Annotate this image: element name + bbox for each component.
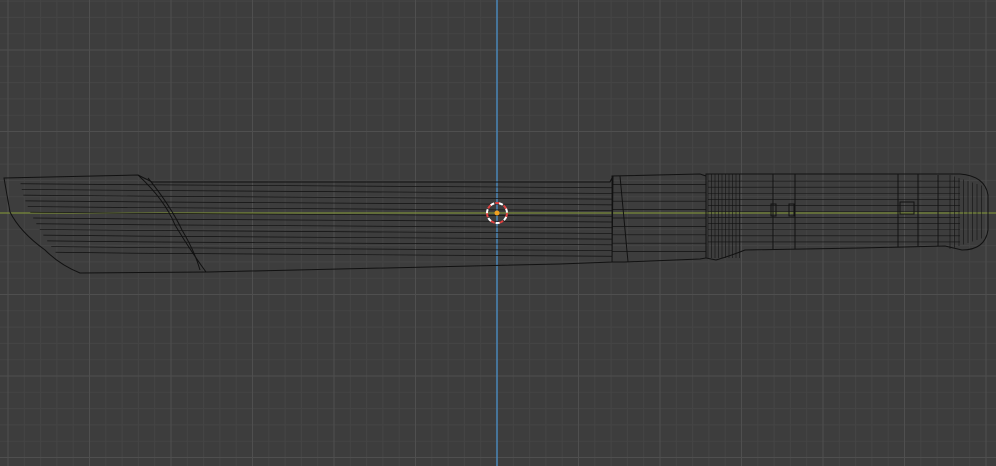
blade-edge-loop xyxy=(27,206,613,211)
blade-tip-bevel-2 xyxy=(147,177,201,271)
handle-rivet-3 xyxy=(899,201,915,215)
blade-edge-loop xyxy=(25,200,613,206)
blade-edge-loop xyxy=(21,189,613,194)
blade-edge-loop xyxy=(47,240,613,246)
blade-edge-loop xyxy=(33,217,613,223)
blade-edge-loop xyxy=(39,229,613,234)
viewport-canvas[interactable] xyxy=(0,0,996,466)
3d-viewport[interactable] xyxy=(0,0,996,466)
blade-edge-loop xyxy=(36,223,613,229)
bolster-edge xyxy=(619,175,629,263)
blade-edge-loop xyxy=(51,246,613,251)
blade-edge-loop xyxy=(20,183,613,189)
handle-rivet-2 xyxy=(788,203,795,217)
object-origin-dot xyxy=(494,210,500,216)
blade-edge-loop xyxy=(43,234,613,240)
